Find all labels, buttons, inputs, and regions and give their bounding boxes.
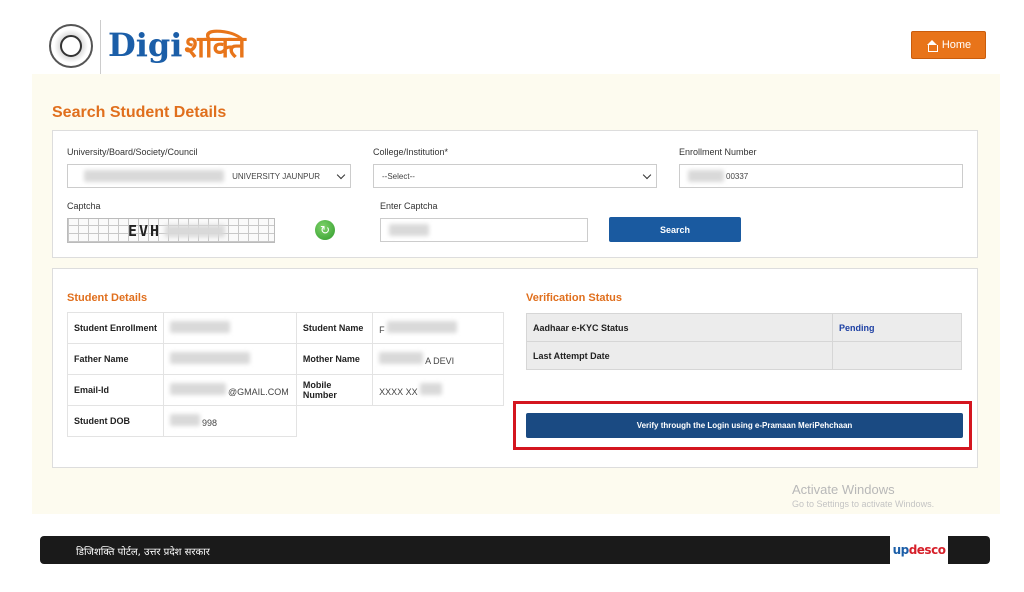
- verify-meripehchaan-button[interactable]: Verify through the Login using e-Pramaan…: [526, 413, 963, 438]
- redacted-value: [165, 224, 226, 237]
- table-row: Last Attempt Date: [526, 341, 962, 370]
- header: Digi शक्ति Home: [0, 0, 1024, 74]
- table-row: Father Name Mother Name A DEVI: [66, 343, 504, 375]
- footer: डिजिशक्ति पोर्टल, उत्तर प्रदेश सरकार up d…: [40, 536, 990, 564]
- dob-value: 998: [202, 418, 218, 428]
- chevron-down-icon: [336, 170, 346, 180]
- father-name-value: [163, 343, 297, 375]
- table-row: Student DOB 998: [66, 405, 504, 437]
- mother-name-value: A DEVI: [425, 356, 455, 366]
- state-emblem-icon: [49, 24, 93, 68]
- refresh-captcha-icon[interactable]: ↻: [315, 220, 335, 240]
- student-details-title: Student Details: [67, 292, 148, 304]
- search-button[interactable]: Search: [609, 217, 741, 242]
- email-value: @GMAIL.COM: [228, 387, 289, 397]
- university-select[interactable]: UNIVERSITY JAUNPUR: [67, 164, 351, 188]
- page-title: Search Student Details: [52, 104, 227, 121]
- empty-cell: [296, 406, 503, 437]
- last-attempt-label: Last Attempt Date: [526, 341, 833, 370]
- captcha-input[interactable]: [380, 218, 588, 242]
- student-name-value-cell: F: [372, 312, 504, 344]
- last-attempt-value: [832, 341, 962, 370]
- captcha-text: EVH: [128, 221, 162, 240]
- header-divider: [100, 20, 101, 74]
- enrollment-input-value: 00337: [726, 171, 749, 181]
- college-label: College/Institution*: [373, 147, 449, 157]
- father-name-label: Father Name: [66, 343, 165, 375]
- verification-status-title: Verification Status: [526, 292, 622, 304]
- logo-latin-text: Digi: [108, 26, 183, 64]
- redacted-value: [688, 170, 724, 182]
- mobile-value: XXXX XX: [379, 387, 418, 397]
- student-name-value: F: [379, 325, 385, 335]
- chevron-down-icon: [642, 170, 652, 180]
- mobile-label: Mobile Number: [295, 374, 374, 406]
- enrollment-label: Enrollment Number: [679, 147, 757, 157]
- logo-hindi-text: शक्ति: [184, 29, 246, 65]
- university-label: University/Board/Society/Council: [67, 147, 198, 157]
- kyc-status-label: Aadhaar e-KYC Status: [526, 313, 833, 342]
- student-enrollment-value: [163, 312, 297, 344]
- mother-name-label: Mother Name: [295, 343, 374, 375]
- mobile-value-cell: XXXX XX: [372, 374, 504, 406]
- dob-value-cell: 998: [163, 405, 297, 437]
- enrollment-input[interactable]: 00337: [679, 164, 963, 188]
- student-enrollment-label: Student Enrollment: [66, 312, 165, 344]
- table-row: Email-Id @GMAIL.COM Mobile Number XXXX X…: [66, 374, 504, 406]
- updesco-logo-part-b: desco: [908, 543, 946, 557]
- page: Digi शक्ति Home Search Student Details U…: [0, 0, 1024, 592]
- updesco-logo-part-a: up: [892, 543, 910, 557]
- redacted-value: [389, 224, 429, 236]
- mother-name-value-cell: A DEVI: [372, 343, 504, 375]
- home-button-label: Home: [941, 39, 972, 51]
- table-row: Student Enrollment Student Name F: [66, 312, 504, 344]
- home-button[interactable]: Home: [911, 31, 986, 59]
- enter-captcha-label: Enter Captcha: [380, 201, 438, 211]
- table-row: Aadhaar e-KYC Status Pending: [526, 313, 962, 342]
- digishakti-logo[interactable]: Digi शक्ति: [108, 20, 246, 70]
- email-value-cell: @GMAIL.COM: [163, 374, 297, 406]
- redacted-value: [84, 170, 225, 182]
- email-label: Email-Id: [66, 374, 165, 406]
- university-select-value: UNIVERSITY JAUNPUR: [232, 171, 320, 181]
- captcha-label: Captcha: [67, 201, 101, 211]
- updesco-logo: up desco: [890, 536, 948, 564]
- college-select-value: --Select--: [382, 171, 415, 181]
- kyc-status-value: Pending: [832, 313, 962, 342]
- student-name-label: Student Name: [295, 312, 374, 344]
- home-icon: [926, 39, 938, 52]
- activate-windows-subtitle: Go to Settings to activate Windows.: [792, 499, 935, 509]
- college-select[interactable]: --Select--: [373, 164, 657, 188]
- dob-label: Student DOB: [66, 405, 165, 437]
- activate-windows-title: Activate Windows: [792, 482, 895, 497]
- captcha-image: EVH: [67, 218, 275, 243]
- verification-status-table: Aadhaar e-KYC Status Pending Last Attemp…: [526, 313, 962, 370]
- student-details-table: Student Enrollment Student Name F Father…: [66, 312, 504, 437]
- footer-text: डिजिशक्ति पोर्टल, उत्तर प्रदेश सरकार: [76, 547, 210, 558]
